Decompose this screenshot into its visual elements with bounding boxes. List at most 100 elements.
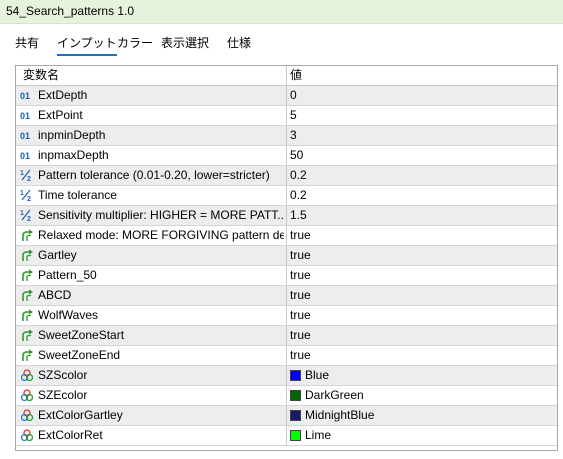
param-name: Time tolerance	[38, 188, 117, 202]
param-value-cell[interactable]: true	[286, 346, 557, 365]
table-row[interactable]: 01 inpminDepth 3	[16, 126, 557, 146]
param-name: ExtColorRet	[38, 428, 103, 442]
color-palette-icon	[20, 409, 34, 422]
tab-common[interactable]: 共有	[15, 34, 39, 54]
color-swatch[interactable]	[290, 390, 301, 401]
param-value-cell[interactable]: Blue	[286, 366, 557, 385]
param-value-cell[interactable]: 0.2	[286, 166, 557, 185]
column-header-name[interactable]: 変数名	[16, 66, 293, 85]
param-name-cell: ABCD	[16, 286, 286, 305]
color-swatch[interactable]	[290, 370, 301, 381]
param-value: Blue	[305, 368, 330, 382]
param-value-cell[interactable]: MidnightBlue	[286, 406, 557, 425]
integer-icon: 01	[20, 149, 34, 162]
table-row[interactable]: 1 2 Pattern tolerance (0.01-0.20, lower=st…	[16, 166, 557, 186]
table-row[interactable]: 1 2 Sensitivity multiplier: HIGHER = MORE …	[16, 206, 557, 226]
table-row[interactable]: WolfWaves true	[16, 306, 557, 326]
table-row[interactable]: SweetZoneEnd true	[16, 346, 557, 366]
table-row[interactable]: SweetZoneStart true	[16, 326, 557, 346]
param-value: 5	[290, 108, 297, 122]
table-row[interactable]: ABCD true	[16, 286, 557, 306]
column-header-value[interactable]: 値	[286, 66, 557, 85]
table-row[interactable]: 01 ExtDepth 0	[16, 86, 557, 106]
param-name: Pattern_50	[38, 268, 97, 282]
param-name-cell: 01 inpmaxDepth	[16, 146, 286, 165]
param-name-cell: Gartley	[16, 246, 286, 265]
param-value-cell[interactable]: 5	[286, 106, 557, 125]
param-name: SZEcolor	[38, 388, 88, 402]
param-name-cell: ExtColorRet	[16, 426, 286, 445]
table-row[interactable]: 01 inpmaxDepth 50	[16, 146, 557, 166]
boolean-arrow-icon	[20, 229, 34, 242]
param-name-cell: 01 ExtDepth	[16, 86, 286, 105]
param-name: Gartley	[38, 248, 77, 262]
color-palette-icon	[20, 389, 34, 402]
svg-text:2: 2	[27, 216, 31, 222]
param-value-cell[interactable]: true	[286, 286, 557, 305]
table-row[interactable]: 1 2 Time tolerance 0.2	[16, 186, 557, 206]
param-value: 0.2	[290, 168, 307, 182]
param-value: 0	[290, 88, 297, 102]
param-name-cell: SweetZoneEnd	[16, 346, 286, 365]
param-name-cell: 1 2 Pattern tolerance (0.01-0.20, lower=st…	[16, 166, 286, 185]
tab-inputs[interactable]: インプット	[57, 34, 117, 56]
param-value-cell[interactable]: 1.5	[286, 206, 557, 225]
param-name-cell: WolfWaves	[16, 306, 286, 325]
tab-bar: 共有 インプット カラー 表示選択 仕様	[0, 30, 563, 56]
table-row[interactable]: ExtColorRet Lime	[16, 426, 557, 446]
param-name: Pattern tolerance (0.01-0.20, lower=stri…	[38, 168, 270, 182]
param-name: inpminDepth	[38, 128, 106, 142]
table-row[interactable]: 01 ExtPoint 5	[16, 106, 557, 126]
tab-specification[interactable]: 仕様	[227, 34, 251, 54]
svg-text:01: 01	[20, 151, 30, 161]
param-name: Relaxed mode: MORE FORGIVING pattern de.…	[38, 228, 284, 242]
svg-text:1: 1	[20, 190, 24, 197]
param-value-cell[interactable]: true	[286, 306, 557, 325]
svg-text:2: 2	[27, 196, 31, 202]
tab-colors[interactable]: カラー	[117, 34, 153, 54]
fraction-icon: 12	[20, 209, 34, 223]
param-name: WolfWaves	[38, 308, 99, 322]
param-value-cell[interactable]: 3	[286, 126, 557, 145]
fraction-icon: 12	[20, 189, 34, 203]
param-name-cell: 01 ExtPoint	[16, 106, 286, 125]
table-row[interactable]: SZScolor Blue	[16, 366, 557, 386]
color-swatch[interactable]	[290, 410, 301, 421]
svg-text:1: 1	[20, 170, 24, 177]
param-name-cell: Pattern_50	[16, 266, 286, 285]
table-row[interactable]: Relaxed mode: MORE FORGIVING pattern de.…	[16, 226, 557, 246]
param-value-cell[interactable]: DarkGreen	[286, 386, 557, 405]
table-row[interactable]: Gartley true	[16, 246, 557, 266]
svg-text:01: 01	[20, 111, 30, 121]
param-value: 3	[290, 128, 297, 142]
color-swatch[interactable]	[290, 430, 301, 441]
table-row[interactable]: ExtColorGartley MidnightBlue	[16, 406, 557, 426]
param-value: true	[290, 248, 311, 262]
param-value: true	[290, 328, 311, 342]
param-name-cell: SZScolor	[16, 366, 286, 385]
param-name-cell: 01 inpminDepth	[16, 126, 286, 145]
color-palette-icon	[20, 369, 34, 382]
param-value-cell[interactable]: true	[286, 266, 557, 285]
param-value-cell[interactable]: true	[286, 246, 557, 265]
tab-visualization[interactable]: 表示選択	[161, 34, 209, 54]
param-value-cell[interactable]: 0	[286, 86, 557, 105]
param-value: true	[290, 288, 311, 302]
boolean-arrow-icon	[20, 349, 34, 362]
table-row[interactable]: SZEcolor DarkGreen	[16, 386, 557, 406]
param-value-cell[interactable]: 50	[286, 146, 557, 165]
boolean-arrow-icon	[20, 249, 34, 262]
param-value-cell[interactable]: true	[286, 326, 557, 345]
param-value-cell[interactable]: Lime	[286, 426, 557, 445]
param-value: MidnightBlue	[305, 408, 375, 422]
svg-text:01: 01	[20, 131, 30, 141]
param-value-cell[interactable]: 0.2	[286, 186, 557, 205]
param-name-cell: Relaxed mode: MORE FORGIVING pattern de.…	[16, 226, 286, 245]
param-value: true	[290, 228, 311, 242]
table-row[interactable]: Pattern_50 true	[16, 266, 557, 286]
param-name: ExtColorGartley	[38, 408, 123, 422]
param-name: ExtDepth	[38, 88, 88, 102]
param-value-cell[interactable]: true	[286, 226, 557, 245]
integer-icon: 01	[20, 109, 34, 122]
param-value: 1.5	[290, 208, 307, 222]
